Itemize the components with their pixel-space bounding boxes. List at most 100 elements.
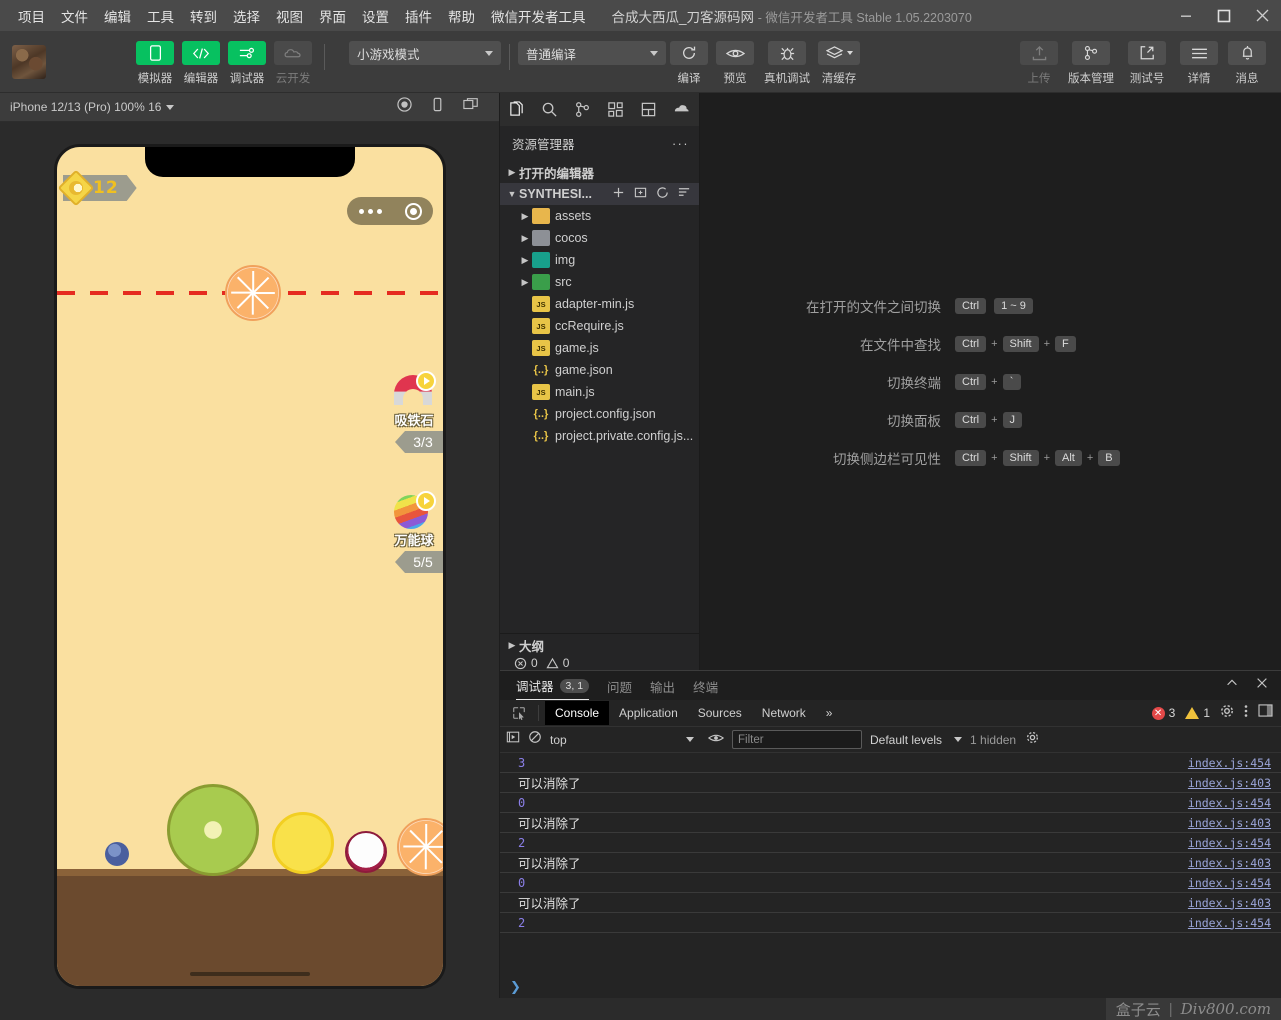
menu-item-8[interactable]: 设置 bbox=[354, 2, 397, 30]
powerup-rainbow-ball[interactable]: 万能球 5/5 bbox=[385, 491, 443, 573]
inspect-element-icon[interactable] bbox=[506, 706, 532, 720]
menu-item-4[interactable]: 转到 bbox=[182, 2, 225, 30]
dock-side-icon[interactable] bbox=[1258, 704, 1273, 722]
record-circle-icon[interactable] bbox=[404, 202, 422, 220]
panel-tab-3[interactable]: 终端 bbox=[693, 672, 718, 700]
detach-window-icon[interactable] bbox=[463, 97, 479, 117]
warning-counter[interactable]: 1 bbox=[1185, 706, 1210, 720]
sidebar-section-open-editors[interactable]: ▶ 打开的编辑器 bbox=[500, 161, 699, 183]
panel-tab-0[interactable]: 调试器 3, 1 bbox=[516, 671, 590, 700]
panel-tab-2[interactable]: 输出 bbox=[650, 672, 675, 700]
menu-item-7[interactable]: 界面 bbox=[311, 2, 354, 30]
toolbar-external-link-button[interactable]: 测试号 bbox=[1119, 31, 1175, 86]
console-log-source[interactable]: index.js:454 bbox=[1188, 796, 1281, 810]
panel-tab-1[interactable]: 问题 bbox=[607, 672, 632, 700]
toolbar-phone-button[interactable]: 模拟器 bbox=[132, 31, 178, 86]
menu-item-5[interactable]: 选择 bbox=[225, 2, 268, 30]
console-context-select[interactable]: top bbox=[550, 733, 700, 747]
sidebar-section-project[interactable]: ▼ SYNTHESI... bbox=[500, 183, 699, 205]
console-execute-icon[interactable] bbox=[506, 730, 520, 749]
devtools-tab-console[interactable]: Console bbox=[545, 701, 610, 725]
toolbar-action-bug[interactable]: 真机调试 bbox=[758, 31, 816, 86]
menu-item-6[interactable]: 视图 bbox=[268, 2, 311, 30]
file-tree-item[interactable]: JS game.js bbox=[500, 337, 699, 359]
new-file-icon[interactable] bbox=[612, 186, 625, 202]
console-output[interactable]: 3 index.js:454 可以消除了 index.js:403 0 index.js:… bbox=[500, 753, 1281, 976]
file-tree-item[interactable]: ▶ img bbox=[500, 249, 699, 271]
file-tree-item[interactable]: {..} game.json bbox=[500, 359, 699, 381]
toolbar-code-button[interactable]: 编辑器 bbox=[178, 31, 224, 86]
outline-header[interactable]: ▶ 大纲 bbox=[500, 634, 699, 656]
toolbar-action-refresh[interactable]: 编译 bbox=[666, 31, 712, 86]
clear-console-icon[interactable] bbox=[528, 730, 542, 749]
explorer-icon[interactable] bbox=[500, 93, 533, 126]
sidebar-more-icon[interactable]: ··· bbox=[672, 137, 689, 151]
kebab-menu-icon[interactable] bbox=[1244, 704, 1248, 723]
minimize-icon[interactable] bbox=[1167, 0, 1205, 31]
source-control-icon[interactable] bbox=[566, 93, 599, 126]
more-dots-icon[interactable] bbox=[358, 208, 382, 214]
devtools-overflow-icon[interactable]: » bbox=[816, 701, 843, 725]
console-levels-select[interactable]: Default levels bbox=[870, 733, 963, 747]
file-tree-item[interactable]: ▶ assets bbox=[500, 205, 699, 227]
console-log-source[interactable]: index.js:403 bbox=[1188, 816, 1281, 830]
toolbar-upload-button[interactable]: 上传 bbox=[1015, 31, 1063, 86]
game-mode-select[interactable]: 小游戏模式 bbox=[349, 41, 501, 65]
console-log-source[interactable]: index.js:454 bbox=[1188, 756, 1281, 770]
console-log-source[interactable]: index.js:454 bbox=[1188, 836, 1281, 850]
toolbar-action-eye[interactable]: 预览 bbox=[712, 31, 758, 86]
toolbar-sliders-button[interactable]: 调试器 bbox=[224, 31, 270, 86]
file-tree-item[interactable]: ▶ cocos bbox=[500, 227, 699, 249]
avatar[interactable] bbox=[12, 45, 46, 79]
compile-mode-select[interactable]: 普通编译 bbox=[518, 41, 666, 65]
file-tree-item[interactable]: JS main.js bbox=[500, 381, 699, 403]
console-settings-gear-icon[interactable] bbox=[1026, 731, 1039, 749]
devtools-tab-network[interactable]: Network bbox=[752, 701, 816, 725]
menu-item-10[interactable]: 帮助 bbox=[440, 2, 483, 30]
refresh-icon[interactable] bbox=[656, 186, 669, 202]
error-counter[interactable]: ✕ 3 bbox=[1151, 706, 1175, 720]
device-selector[interactable]: iPhone 12/13 (Pro) 100% 16 bbox=[10, 100, 161, 114]
menu-item-0[interactable]: 项目 bbox=[10, 2, 53, 30]
cloud-debug-icon[interactable] bbox=[665, 93, 698, 126]
menu-item-2[interactable]: 编辑 bbox=[96, 2, 139, 30]
rotate-device-icon[interactable] bbox=[430, 97, 445, 117]
file-tree-item[interactable]: {..} project.config.json bbox=[500, 403, 699, 425]
collapse-icon[interactable] bbox=[1225, 676, 1239, 695]
console-log-source[interactable]: index.js:454 bbox=[1188, 876, 1281, 890]
file-tree-item[interactable]: ▶ src bbox=[500, 271, 699, 293]
collapse-all-icon[interactable] bbox=[678, 186, 691, 202]
menu-item-3[interactable]: 工具 bbox=[139, 2, 182, 30]
search-icon[interactable] bbox=[533, 93, 566, 126]
toolbar-git-branch-button[interactable]: 版本管理 bbox=[1063, 31, 1119, 86]
console-log-source[interactable]: index.js:403 bbox=[1188, 856, 1281, 870]
toolbar-cloud-button[interactable]: 云开发 bbox=[270, 31, 316, 86]
new-folder-icon[interactable] bbox=[634, 186, 647, 202]
layout-icon[interactable] bbox=[632, 93, 665, 126]
problems-summary[interactable]: 0 0 bbox=[500, 656, 699, 670]
console-log-source[interactable]: index.js:403 bbox=[1188, 896, 1281, 910]
powerup-magnet[interactable]: 吸铁石 3/3 bbox=[385, 371, 443, 453]
mini-program-capsule[interactable] bbox=[347, 197, 433, 225]
live-expression-icon[interactable] bbox=[707, 731, 725, 749]
menu-item-1[interactable]: 文件 bbox=[53, 2, 96, 30]
console-log-source[interactable]: index.js:454 bbox=[1188, 916, 1281, 930]
toolbar-action-layers[interactable]: 清缓存 bbox=[816, 31, 862, 86]
toolbar-bell-button[interactable]: 消息 bbox=[1223, 31, 1271, 86]
console-prompt[interactable]: ❯ bbox=[500, 976, 1281, 998]
console-filter-input[interactable] bbox=[732, 730, 862, 749]
file-tree-item[interactable]: JS adapter-min.js bbox=[500, 293, 699, 315]
extensions-icon[interactable] bbox=[599, 93, 632, 126]
maximize-icon[interactable] bbox=[1205, 0, 1243, 31]
close-icon[interactable] bbox=[1255, 676, 1269, 695]
close-icon[interactable] bbox=[1243, 0, 1281, 31]
record-icon[interactable] bbox=[397, 97, 412, 117]
settings-gear-icon[interactable] bbox=[1220, 704, 1234, 723]
devtools-tab-sources[interactable]: Sources bbox=[688, 701, 752, 725]
console-log-source[interactable]: index.js:403 bbox=[1188, 776, 1281, 790]
file-tree-item[interactable]: {..} project.private.config.js... bbox=[500, 425, 699, 447]
file-tree-item[interactable]: JS ccRequire.js bbox=[500, 315, 699, 337]
devtools-tab-application[interactable]: Application bbox=[609, 701, 688, 725]
menu-item-11[interactable]: 微信开发者工具 bbox=[483, 2, 594, 30]
toolbar-hamburger-button[interactable]: 详情 bbox=[1175, 31, 1223, 86]
